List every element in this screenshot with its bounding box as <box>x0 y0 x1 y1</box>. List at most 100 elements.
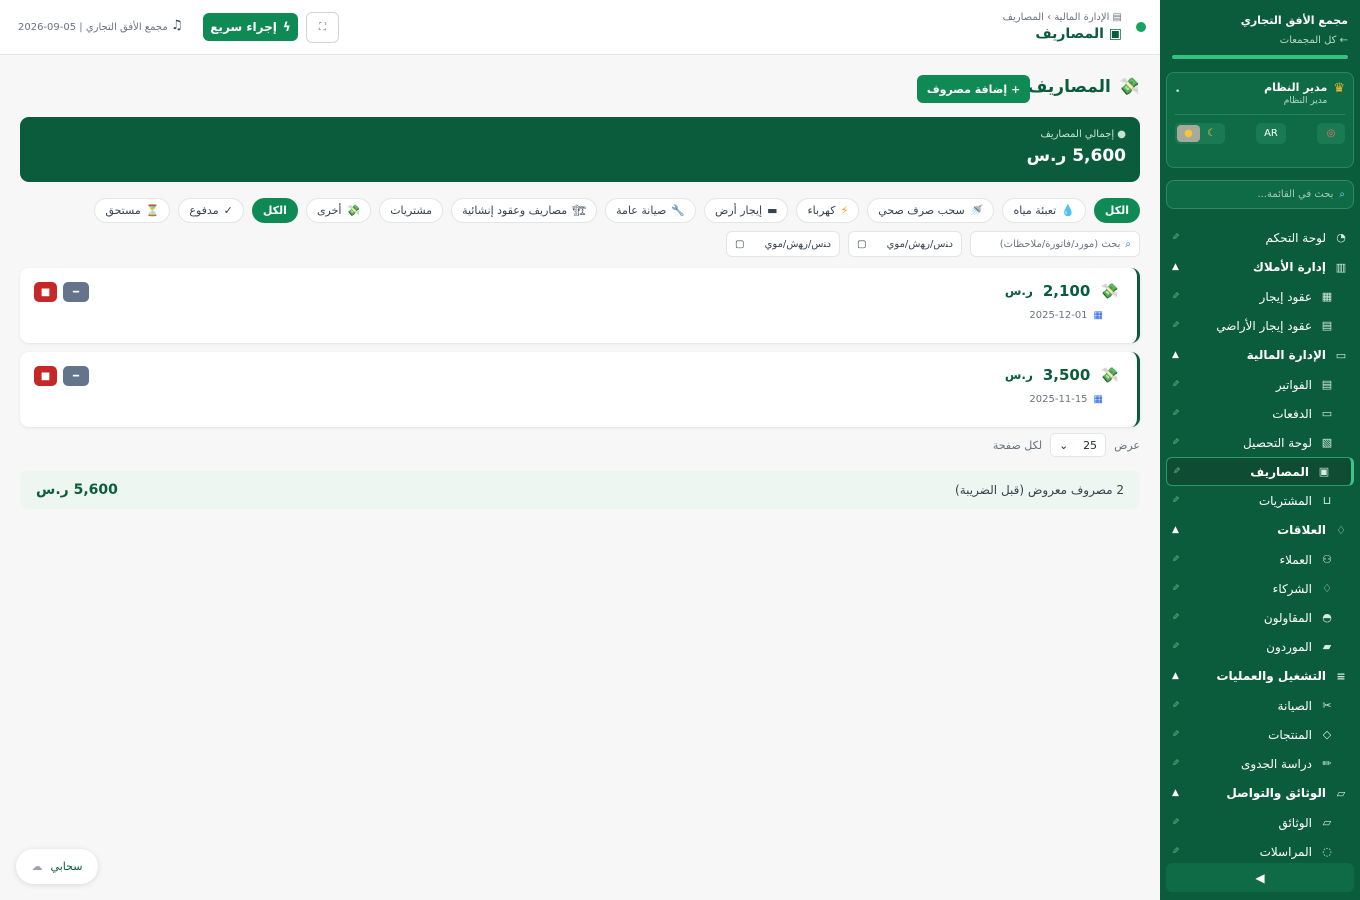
bell-icon[interactable]: ♫ <box>171 18 183 33</box>
edit-button[interactable]: ━ <box>63 366 89 386</box>
nav-label: الشركاء <box>1272 581 1312 596</box>
filter-type-all[interactable]: الكل <box>1093 198 1140 223</box>
filter-sewage[interactable]: 🚿 سحب صرف صحي <box>867 198 995 223</box>
nav-partners[interactable]: ♢ الشركاء ✎ <box>1166 574 1354 603</box>
filter-electricity[interactable]: ⚡ كهرباء <box>796 198 860 223</box>
date-from-field[interactable]: ﺩﻨﺱ/ﺭﻬﺵ/ﻣﻮﻱ ▢ <box>848 231 962 257</box>
collapse-sidebar-button[interactable]: ◀ <box>1166 863 1354 892</box>
lightning-icon: ⚡ <box>840 204 849 217</box>
pin-icon[interactable]: ✎ <box>1172 701 1180 711</box>
expense-card[interactable]: 💸 2,100 ر.س ▦ 2025-12-01 ■ ━ <box>20 268 1140 343</box>
chevron-down-icon: ⌄ <box>1059 438 1069 452</box>
nav-purchases[interactable]: ⊔ المشتريات ✎ <box>1166 486 1354 515</box>
nav-products[interactable]: ◇ المنتجات ✎ <box>1166 720 1354 749</box>
section-title: 💸 المصاريف <box>1028 77 1140 97</box>
brand: مجمع الأفق التجاري ← كل المجمعات <box>1166 0 1354 59</box>
nav-group-relations[interactable]: ♢ العلاقات ▲ <box>1166 515 1354 545</box>
filter-water[interactable]: 💧 تعبئة مياه <box>1002 198 1086 223</box>
sidebar-search-input[interactable]: ⌕ بحث في القائمة... <box>1166 180 1354 209</box>
filter-status-all[interactable]: الكل <box>251 198 298 223</box>
nav-group-documents[interactable]: ▱ الوثائق والتواصل ▲ <box>1166 778 1354 808</box>
pin-icon[interactable]: ✎ <box>1172 380 1180 390</box>
nav-suppliers[interactable]: ▰ الموردون ✎ <box>1166 632 1354 661</box>
nav-maintenance[interactable]: ✂ الصيانة ✎ <box>1166 691 1354 720</box>
nav-lease-contracts[interactable]: ▦ عقود إيجار ✎ <box>1166 282 1354 311</box>
pin-icon[interactable]: ✎ <box>1172 642 1180 652</box>
truck-icon: ▰ <box>1322 640 1332 653</box>
nav-documents[interactable]: ▱ الوثائق ✎ <box>1166 808 1354 837</box>
nav-group-finance[interactable]: ▭ الإدارة المالية ▲ <box>1166 340 1354 370</box>
nav-label: الوثائق <box>1278 815 1312 830</box>
handshake-icon: ♢ <box>1336 523 1346 537</box>
helmet-icon: ◓ <box>1322 611 1332 624</box>
nav-customers[interactable]: ⚇ العملاء ✎ <box>1166 545 1354 574</box>
pin-icon[interactable]: ✎ <box>1172 438 1180 448</box>
nav-group-properties[interactable]: ▥ إدارة الأملاك ▲ <box>1166 252 1354 282</box>
nav-label: المشتريات <box>1258 493 1312 508</box>
sidebar-nav: ◔ لوحة التحكم ✎ ▥ إدارة الأملاك ▲ ▦ عقود إيجا… <box>1166 223 1354 866</box>
filter-purchases[interactable]: مشتريات <box>379 198 444 223</box>
chat-icon: ◌ <box>1322 845 1332 858</box>
pin-icon[interactable]: ✎ <box>1172 584 1180 594</box>
filter-construction[interactable]: 🏗 مصاريف وعقود إنشائية <box>451 198 598 223</box>
nav-payments[interactable]: ▭ الدفعات ✎ <box>1166 399 1354 428</box>
delete-button[interactable]: ■ <box>34 282 57 302</box>
sun-icon[interactable]: ● <box>1177 125 1200 142</box>
caret-up-icon: ▲ <box>1172 262 1179 272</box>
pin-icon[interactable]: ✎ <box>1172 292 1180 302</box>
pin-icon[interactable]: ✎ <box>1172 496 1180 506</box>
nav-land-leases[interactable]: ▤ عقود إيجار الأراضي ✎ <box>1166 311 1354 340</box>
nav-correspondence[interactable]: ◌ المراسلات ✎ <box>1166 837 1354 866</box>
date-to-field[interactable]: ﺩﻨﺱ/ﺭﻬﺵ/ﻣﻮﻱ ▢ <box>726 231 840 257</box>
filter-other[interactable]: 💸 أخرى <box>305 198 372 223</box>
nav-label: لوحة التحكم <box>1265 230 1327 245</box>
cloud-button[interactable]: سحابي ☁ <box>16 849 98 884</box>
pin-icon[interactable]: ✎ <box>1172 613 1180 623</box>
sidebar: مجمع الأفق التجاري ← كل المجمعات ♛ مدير … <box>1160 0 1360 900</box>
nav-invoices[interactable]: ▤ الفواتير ✎ <box>1166 370 1354 399</box>
expense-search-input[interactable]: ⌕ بحث (مورد/فاتورة/ملاحظات) <box>970 231 1140 257</box>
pin-icon[interactable]: ✎ <box>1172 321 1180 331</box>
calendar-icon[interactable]: ▢ <box>735 239 744 250</box>
pagination-controls: عرض ⌄ 25 لكل صفحة <box>993 433 1140 457</box>
user-menu-dot[interactable]: • <box>1175 87 1180 97</box>
theme-toggle[interactable]: ● ☾ <box>1175 123 1225 144</box>
filter-due[interactable]: ⏳ مستحق <box>94 198 171 223</box>
nav-group-operations[interactable]: ≡ التشغيل والعمليات ▲ <box>1166 661 1354 691</box>
expense-card[interactable]: 💸 3,500 ر.س ▦ 2025-11-15 ■ ━ <box>20 352 1140 427</box>
nav-expenses[interactable]: ▣ المصاريف ✎ <box>1166 457 1354 486</box>
target-icon[interactable]: ◎ <box>1317 123 1345 144</box>
nav-collection-dashboard[interactable]: ▧ لوحة التحصيل ✎ <box>1166 428 1354 457</box>
pin-icon[interactable]: ✎ <box>1172 847 1180 857</box>
delete-button[interactable]: ■ <box>34 366 57 386</box>
breadcrumb-text[interactable]: الإدارة المالية › المصاريف <box>1003 12 1110 23</box>
filter-land-rent[interactable]: ▬ إيجار أرض <box>704 198 789 223</box>
filter-paid[interactable]: ✓ مدفوع <box>178 198 244 223</box>
language-button[interactable]: AR <box>1256 123 1286 144</box>
nav-contractors[interactable]: ◓ المقاولون ✎ <box>1166 603 1354 632</box>
search-icon: ⌕ <box>1125 238 1131 250</box>
card-icon: ▭ <box>1321 407 1333 420</box>
nav-dashboard[interactable]: ◔ لوحة التحكم ✎ <box>1166 223 1354 252</box>
add-expense-button[interactable]: + إضافة مصروف <box>917 75 1030 103</box>
minus-icon: ━ <box>72 286 80 298</box>
nav-feasibility[interactable]: ✏ دراسة الجدوى ✎ <box>1166 749 1354 778</box>
edit-button[interactable]: ━ <box>63 282 89 302</box>
pencil-icon: ✏ <box>1322 757 1332 770</box>
calendar-icon[interactable]: ▢ <box>857 239 866 250</box>
fullscreen-button[interactable]: ⛶ <box>306 12 339 43</box>
quick-action-button[interactable]: ϟ إجراء سريع <box>203 13 298 41</box>
pin-icon[interactable]: ✎ <box>1172 409 1180 419</box>
nav-group-label: العلاقات <box>1277 523 1326 537</box>
pin-icon[interactable]: ✎ <box>1173 467 1181 477</box>
pin-icon[interactable]: ✎ <box>1172 233 1180 243</box>
pin-icon[interactable]: ✎ <box>1172 555 1180 565</box>
pin-icon[interactable]: ✎ <box>1172 759 1180 769</box>
per-page-select[interactable]: ⌄ 25 <box>1050 433 1107 457</box>
filter-general-maintenance[interactable]: 🔧 صيانة عامة <box>605 198 697 223</box>
pin-icon[interactable]: ✎ <box>1172 818 1180 828</box>
pin-icon[interactable]: ✎ <box>1172 730 1180 740</box>
folders-icon: ▱ <box>1336 786 1346 800</box>
moon-icon[interactable]: ☾ <box>1200 125 1223 142</box>
all-complexes-link[interactable]: ← كل المجمعات <box>1172 35 1348 46</box>
